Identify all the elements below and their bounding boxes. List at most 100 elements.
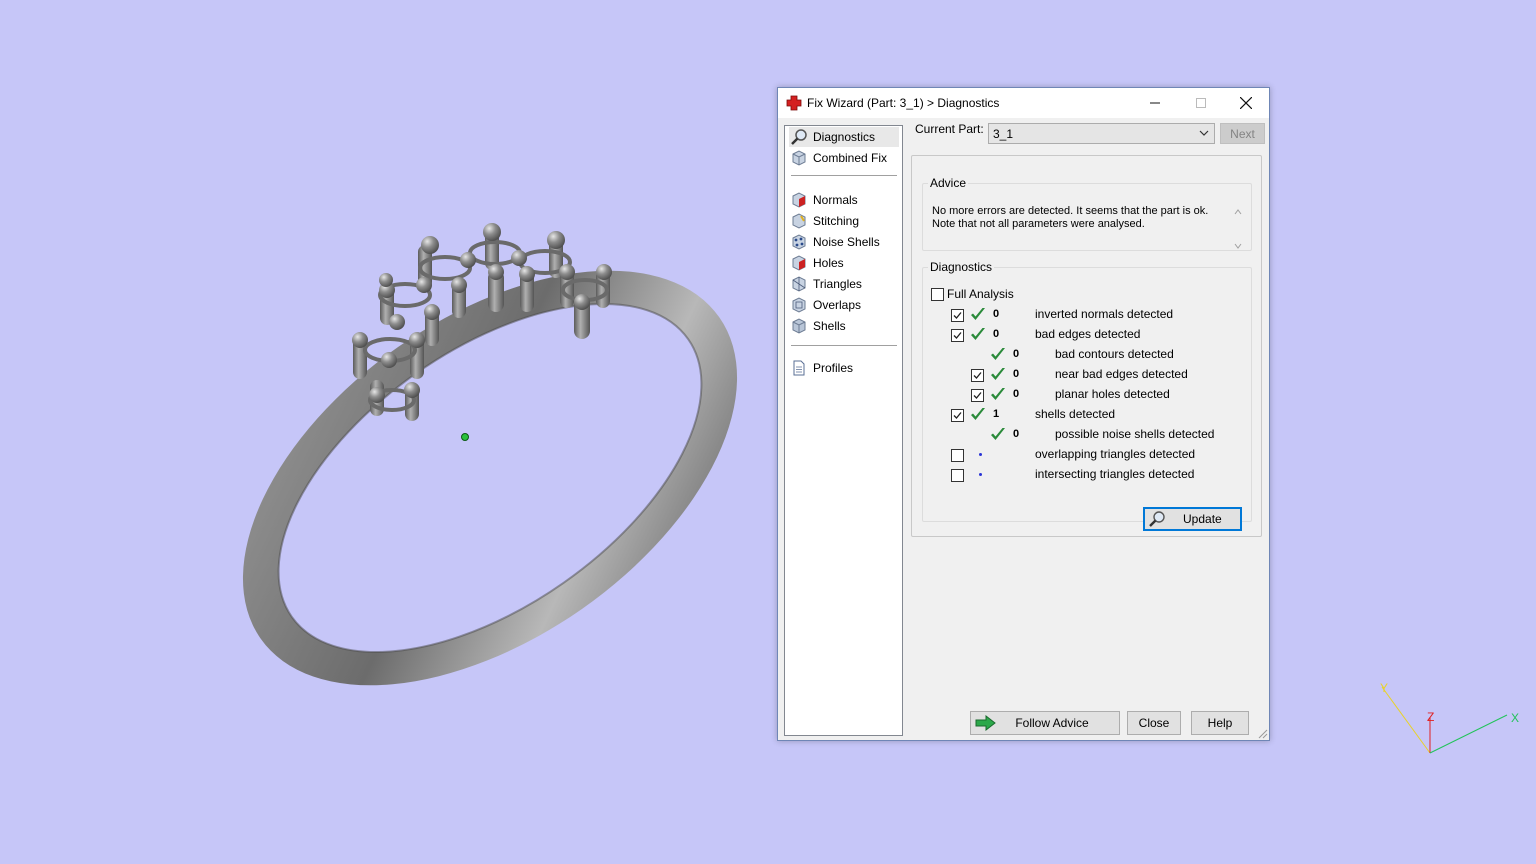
diagnostic-label: near bad edges detected	[1055, 367, 1188, 381]
fix-wizard-dialog: Fix Wizard (Part: 3_1) > Diagnostics Dia…	[777, 87, 1270, 741]
nav-item-holes[interactable]: Holes	[789, 253, 899, 273]
close-window-button[interactable]	[1223, 88, 1269, 118]
diagnostic-count: 1	[993, 408, 1000, 420]
diagnostic-count: 0	[993, 328, 1000, 340]
green-check-icon	[971, 408, 985, 420]
nav-item-shells[interactable]: Shells	[789, 316, 899, 336]
diagnostic-checkbox[interactable]	[951, 309, 964, 322]
scroll-up-icon[interactable]	[1231, 206, 1245, 218]
green-check-icon	[991, 348, 1005, 360]
nav-label: Diagnostics	[813, 130, 876, 144]
scroll-down-icon[interactable]	[1231, 240, 1245, 252]
help-button[interactable]: Help	[1191, 711, 1249, 735]
diagnostic-label: planar holes detected	[1055, 387, 1170, 401]
diagnostic-label: overlapping triangles detected	[1035, 447, 1196, 461]
magnifier-icon	[789, 127, 809, 147]
nav-item-stitching[interactable]: Stitching	[789, 211, 899, 231]
nav-item-normals[interactable]: Normals	[789, 190, 899, 210]
wizard-nav: Diagnostics Combined Fix Normals Stitchi…	[784, 125, 903, 736]
checkbox-box[interactable]	[931, 287, 944, 301]
close-button[interactable]: Close	[1127, 711, 1181, 735]
normals-cube-icon	[789, 190, 809, 210]
overlaps-cube-icon	[789, 295, 809, 315]
diagnostic-checkbox[interactable]	[951, 409, 964, 422]
green-check-icon	[991, 428, 1005, 440]
nav-label: Combined Fix	[813, 151, 888, 165]
diagnostic-checkbox[interactable]	[951, 329, 964, 342]
pending-dot-icon	[979, 453, 982, 456]
ring-model[interactable]	[0, 0, 1536, 864]
green-check-icon	[971, 308, 985, 320]
cube-icon	[789, 148, 809, 168]
update-button[interactable]: Update	[1143, 507, 1242, 531]
diagnostic-checkbox[interactable]	[951, 449, 964, 462]
diagnostic-checkbox[interactable]	[951, 469, 964, 482]
diagnostic-label: possible noise shells detected	[1055, 427, 1215, 441]
full-analysis-checkbox[interactable]: Full Analysis	[931, 287, 1014, 301]
3d-viewport[interactable]: Y Z X	[0, 0, 1536, 864]
checkmark-icon	[953, 412, 962, 419]
nav-item-overlaps[interactable]: Overlaps	[789, 295, 899, 315]
axis-y-label: Y	[1380, 681, 1388, 695]
nav-label: Holes	[813, 256, 844, 270]
title-bar[interactable]: Fix Wizard (Part: 3_1) > Diagnostics	[778, 88, 1269, 118]
nav-item-diagnostics[interactable]: Diagnostics	[789, 127, 899, 147]
diagnostic-label: bad edges detected	[1035, 327, 1141, 341]
nav-item-noise-shells[interactable]: Noise Shells	[789, 232, 899, 252]
triangles-cube-icon	[789, 274, 809, 294]
checkmark-icon	[953, 312, 962, 319]
axis-z-label: Z	[1427, 710, 1434, 724]
advice-group: Advice No more errors are detected. It s…	[922, 176, 1252, 251]
nav-item-profiles[interactable]: Profiles	[789, 358, 899, 378]
diagnostic-count: 0	[1013, 428, 1020, 440]
shells-cube-icon	[789, 316, 809, 336]
current-part-select[interactable]: 3_1	[988, 123, 1215, 144]
resize-grip-icon[interactable]	[1258, 729, 1268, 739]
nav-item-combined-fix[interactable]: Combined Fix	[789, 148, 899, 168]
diagnostic-count: 0	[1013, 348, 1020, 360]
noise-shells-icon	[789, 232, 809, 252]
diagnostic-label: shells detected	[1035, 407, 1116, 421]
next-button[interactable]: Next	[1220, 123, 1265, 144]
checkmark-icon	[953, 332, 962, 339]
nav-label: Noise Shells	[813, 235, 880, 249]
follow-advice-button[interactable]: Follow Advice	[970, 711, 1120, 735]
close-icon	[1240, 97, 1252, 109]
nav-separator	[791, 175, 897, 176]
update-label: Update	[1183, 512, 1222, 526]
diagnostic-label: intersecting triangles detected	[1035, 467, 1195, 481]
nav-label: Normals	[813, 193, 858, 207]
pending-dot-icon	[979, 473, 982, 476]
arrow-right-icon	[975, 715, 996, 731]
advice-title: Advice	[930, 176, 967, 190]
window-title: Fix Wizard (Part: 3_1) > Diagnostics	[807, 96, 1000, 110]
document-icon	[789, 358, 809, 378]
maximize-button[interactable]	[1178, 88, 1224, 118]
checkmark-icon	[973, 392, 982, 399]
pivot-point	[461, 433, 469, 441]
stitching-cube-icon	[789, 211, 809, 231]
diagnostics-group: Diagnostics Full Analysis 0 inverted norm…	[922, 260, 1252, 531]
nav-separator	[791, 345, 897, 346]
diagnostic-count: 0	[1013, 368, 1020, 380]
nav-label: Overlaps	[813, 298, 862, 312]
advice-text: No more errors are detected. It seems th…	[932, 205, 1209, 230]
diagnostic-checkbox[interactable]	[971, 369, 984, 382]
magnifier-icon	[1149, 511, 1165, 527]
green-check-icon	[971, 328, 985, 340]
diagnostic-count: 0	[993, 308, 1000, 320]
diagnostic-count: 0	[1013, 388, 1020, 400]
nav-label: Triangles	[813, 277, 862, 291]
red-cross-icon	[786, 95, 802, 111]
minimize-button[interactable]	[1132, 88, 1178, 118]
axis-triad: Y Z X	[1380, 681, 1519, 754]
current-part-value: 3_1	[993, 127, 1014, 141]
holes-cube-icon	[789, 253, 809, 273]
green-check-icon	[991, 388, 1005, 400]
current-part-label: Current Part:	[915, 122, 984, 136]
diagnostics-panel: Advice No more errors are detected. It s…	[911, 155, 1262, 537]
diagnostic-checkbox[interactable]	[971, 389, 984, 402]
green-check-icon	[991, 368, 1005, 380]
advice-scrollbar[interactable]	[1231, 206, 1245, 252]
nav-item-triangles[interactable]: Triangles	[789, 274, 899, 294]
